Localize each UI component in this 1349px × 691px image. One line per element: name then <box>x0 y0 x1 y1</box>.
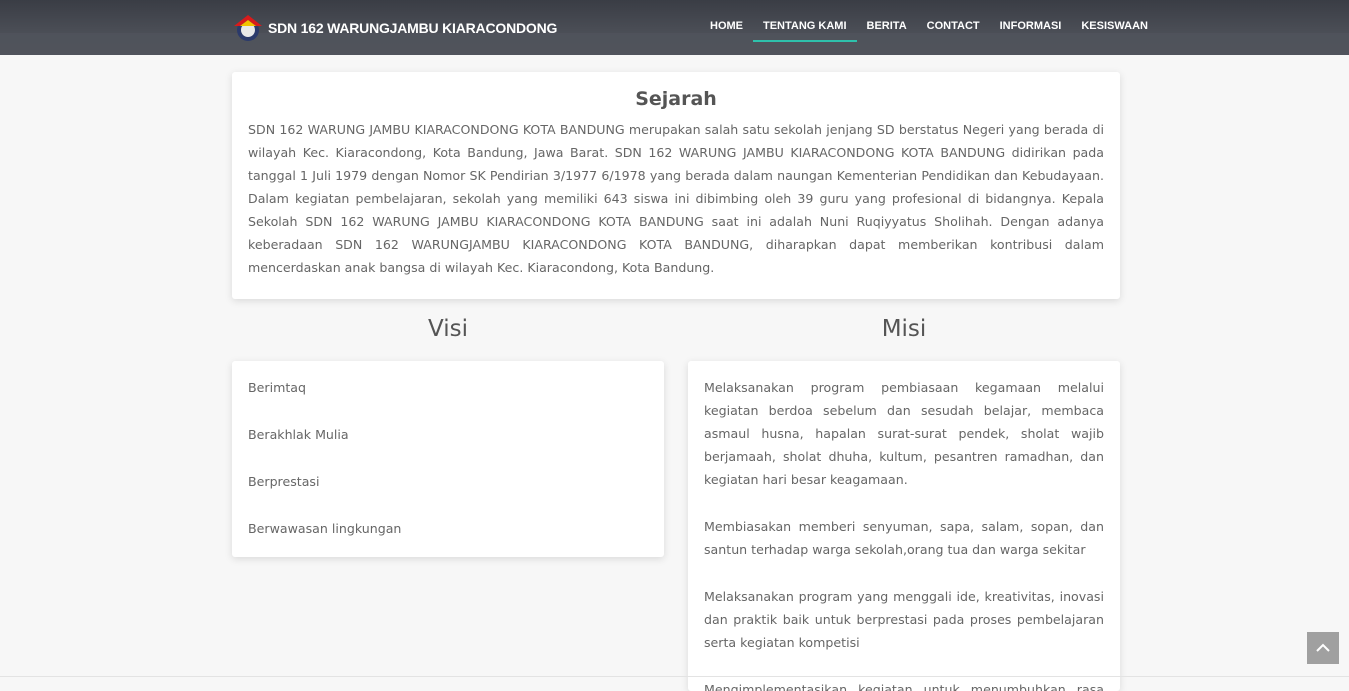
visi-item: Berimtaq <box>248 380 306 395</box>
main-nav: HOME TENTANG KAMI BERITA CONTACT INFORMA… <box>700 0 1158 44</box>
visi-item: Berwawasan lingkungan <box>248 521 402 536</box>
chevron-up-icon <box>1316 643 1330 652</box>
sejarah-text: SDN 162 WARUNG JAMBU KIARACONDONG KOTA B… <box>248 122 1104 275</box>
nav-kesiswaan[interactable]: KESISWAAN <box>1071 0 1158 44</box>
visi-item: Berakhlak Mulia <box>248 427 349 442</box>
misi-heading: Misi <box>881 316 927 342</box>
nav-tentang-kami[interactable]: TENTANG KAMI <box>753 0 857 44</box>
visi-card: Berimtaq Berakhlak Mulia Berprestasi Ber… <box>232 361 664 557</box>
brand-title: SDN 162 WARUNGJAMBU KIARACONDONG <box>268 20 558 36</box>
nav-contact[interactable]: CONTACT <box>917 0 990 44</box>
top-navbar: SDN 162 WARUNGJAMBU KIARACONDONG HOME TE… <box>0 0 1349 55</box>
school-logo-icon <box>234 15 262 41</box>
scroll-to-top-button[interactable] <box>1307 632 1339 664</box>
misi-card: Melaksanakan program pembiasaan kegamaan… <box>688 361 1120 691</box>
nav-informasi[interactable]: INFORMASI <box>990 0 1072 44</box>
misi-item: Melaksanakan program pembiasaan kegamaan… <box>704 380 1104 487</box>
nav-berita[interactable]: BERITA <box>857 0 917 44</box>
sejarah-card: Sejarah SDN 162 WARUNG JAMBU KIARACONDON… <box>232 72 1120 299</box>
visi-item: Berprestasi <box>248 474 320 489</box>
sejarah-title: Sejarah <box>635 88 717 110</box>
misi-item: Melaksanakan program yang menggali ide, … <box>704 589 1104 650</box>
misi-item: Mengimplementasikan kegiatan untuk menum… <box>704 682 1104 691</box>
brand[interactable]: SDN 162 WARUNGJAMBU KIARACONDONG <box>232 12 557 44</box>
misi-item: Membiasakan memberi senyuman, sapa, sala… <box>704 519 1104 557</box>
visi-heading: Visi <box>428 316 468 342</box>
nav-home[interactable]: HOME <box>700 0 753 44</box>
